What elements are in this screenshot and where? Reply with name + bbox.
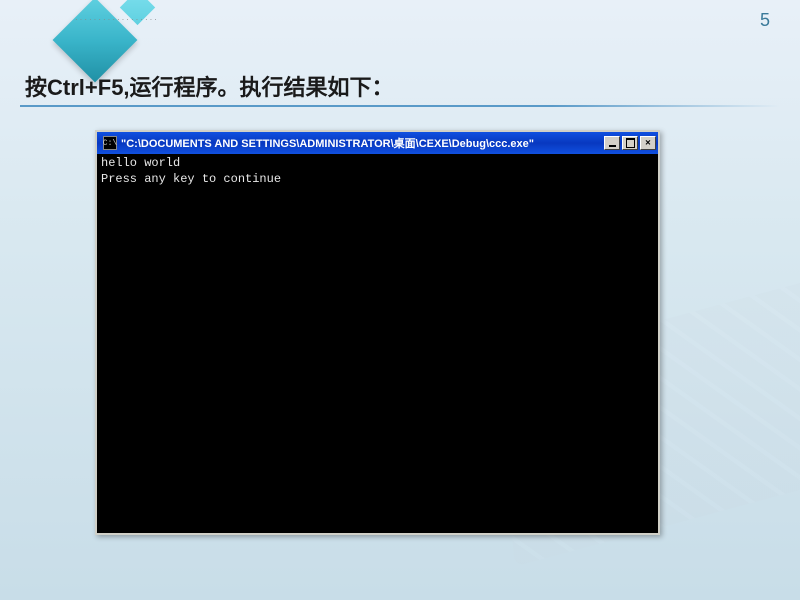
console-output: hello world Press any key to continue — [97, 154, 658, 533]
console-window: C:\ "C:\DOCUMENTS AND SETTINGS\ADMINISTR… — [95, 130, 660, 535]
title-suffix: 运行程序。执行结果如下： — [130, 75, 394, 100]
top-dots-decor: ·················· — [75, 15, 159, 24]
slide-corner-decor — [40, 0, 120, 60]
console-title-text: "C:\DOCUMENTS AND SETTINGS\ADMINISTRATOR… — [121, 135, 604, 151]
page-number: 5 — [760, 10, 770, 31]
output-line-1: hello world — [101, 156, 180, 170]
title-prefix: 按 — [25, 75, 47, 100]
console-icon: C:\ — [103, 136, 117, 150]
title-key: Ctrl+F5, — [47, 75, 130, 100]
minimize-button[interactable] — [604, 136, 620, 150]
close-button[interactable] — [640, 136, 656, 150]
slide-title: 按Ctrl+F5,运行程序。执行结果如下： — [25, 70, 394, 102]
maximize-button[interactable] — [622, 136, 638, 150]
output-line-2: Press any key to continue — [101, 172, 281, 186]
titlebar-button-group — [604, 136, 656, 150]
console-titlebar[interactable]: C:\ "C:\DOCUMENTS AND SETTINGS\ADMINISTR… — [97, 132, 658, 154]
title-underline — [20, 105, 780, 107]
